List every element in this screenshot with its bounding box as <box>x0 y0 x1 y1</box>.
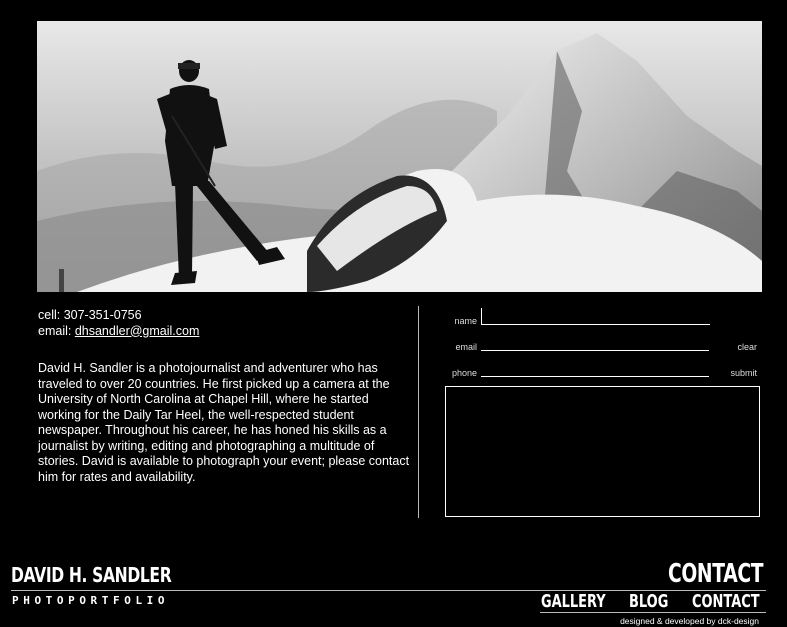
phone-row: phone submit <box>445 358 765 380</box>
phone-label: phone <box>451 368 477 378</box>
email-link[interactable]: dhsandler@gmail.com <box>75 324 200 338</box>
site-logo-subtitle: PHOTOPORTFOLIO <box>12 594 170 607</box>
clear-button[interactable]: clear <box>737 342 757 352</box>
email-input[interactable] <box>481 334 709 351</box>
cell-phone: cell: 307-351-0756 <box>38 308 142 322</box>
email-row: email clear <box>445 332 765 354</box>
page-heading: CONTACT <box>668 559 764 589</box>
designer-credit: designed & developed by dck-design <box>620 616 759 626</box>
phone-input[interactable] <box>481 360 709 377</box>
nav-gallery[interactable]: GALLERY <box>541 591 606 612</box>
message-textarea[interactable] <box>445 386 760 517</box>
name-row: name <box>445 306 765 328</box>
email-line: email: dhsandler@gmail.com <box>38 324 410 340</box>
contact-info: cell: 307-351-0756 email: dhsandler@gmai… <box>38 308 410 485</box>
submit-button[interactable]: submit <box>730 368 757 378</box>
nav-contact[interactable]: CONTACT <box>692 591 760 612</box>
name-input[interactable] <box>481 308 710 325</box>
bio-text: David H. Sandler is a photojournalist an… <box>38 361 410 484</box>
name-label: name <box>454 316 477 326</box>
email-label: email <box>455 342 477 352</box>
nav-blog[interactable]: BLOG <box>629 591 668 612</box>
hero-photo <box>37 21 762 292</box>
email-prefix: email: <box>38 323 75 338</box>
vertical-divider <box>418 306 419 518</box>
site-logo-name[interactable]: DAVID H. SANDLER <box>11 563 172 587</box>
nav-rule <box>540 612 766 613</box>
